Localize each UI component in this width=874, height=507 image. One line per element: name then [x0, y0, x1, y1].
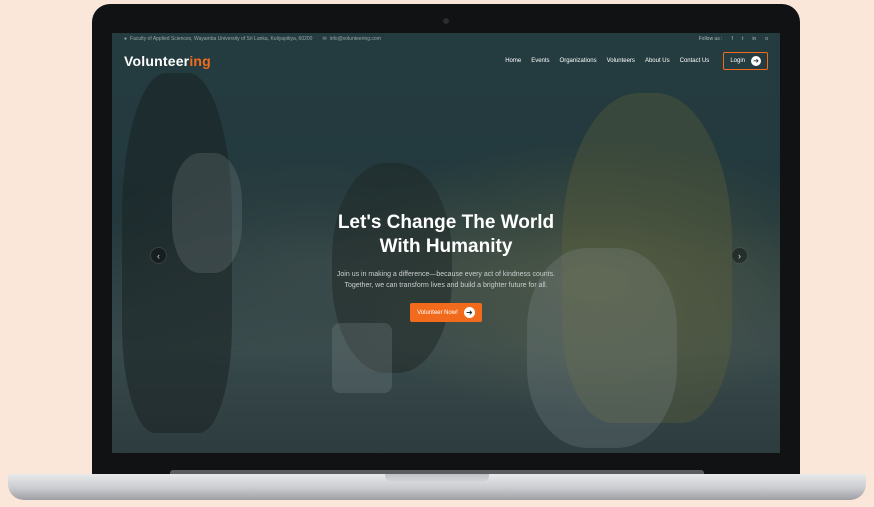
hero-title-line2: With Humanity	[379, 236, 513, 257]
nav-home[interactable]: Home	[505, 58, 521, 64]
login-label: Login	[730, 58, 745, 64]
login-button[interactable]: Login ➜	[723, 52, 768, 70]
hero-subtitle-line1: Join us in making a difference—because e…	[336, 271, 556, 278]
laptop-base	[8, 474, 866, 500]
arrow-right-icon: ➜	[463, 307, 475, 318]
address-item: ● Faculty of Applied Sciences, Wayamba U…	[124, 36, 312, 42]
hero-title: Let's Change The World With Humanity	[112, 211, 780, 259]
top-info-bar: ● Faculty of Applied Sciences, Wayamba U…	[112, 33, 780, 45]
social-links: Follow us : f t in o	[699, 36, 768, 42]
hero-title-line1: Let's Change The World	[337, 212, 555, 233]
nav-volunteers[interactable]: Volunteers	[607, 58, 635, 64]
nav-about-us[interactable]: About Us	[645, 58, 670, 64]
address-text: Faculty of Applied Sciences, Wayamba Uni…	[130, 36, 313, 42]
site-logo[interactable]: Volunteering	[124, 53, 211, 69]
website-screen: ● Faculty of Applied Sciences, Wayamba U…	[112, 33, 780, 453]
cta-label: Volunteer Now!	[417, 309, 458, 316]
twitter-icon[interactable]: t	[742, 36, 743, 42]
logo-accent: ing	[189, 53, 211, 69]
logo-main: Volunteer	[124, 53, 190, 69]
follow-label: Follow us :	[698, 36, 723, 42]
hero-content: Let's Change The World With Humanity Joi…	[112, 211, 780, 322]
location-pin-icon: ●	[124, 36, 128, 42]
laptop-base-notch	[385, 474, 489, 483]
nav-links: Home Events Organizations Volunteers Abo…	[505, 58, 709, 64]
arrow-right-icon: ➜	[751, 56, 761, 66]
facebook-icon[interactable]: f	[732, 36, 733, 42]
mail-icon: ✉	[322, 36, 327, 42]
nav-events[interactable]: Events	[531, 58, 549, 64]
main-navbar: Volunteering Home Events Organizations V…	[112, 47, 780, 75]
email-item[interactable]: ✉ info@volunteering.com	[322, 36, 380, 42]
nav-contact-us[interactable]: Contact Us	[680, 58, 710, 64]
email-text[interactable]: info@volunteering.com	[330, 36, 381, 42]
hero-subtitle-line2: Together, we can transform lives and bui…	[344, 282, 548, 289]
instagram-icon[interactable]: o	[765, 36, 768, 42]
linkedin-icon[interactable]: in	[752, 36, 756, 42]
hero-subtitle: Join us in making a difference—because e…	[112, 269, 780, 291]
laptop-lid: ● Faculty of Applied Sciences, Wayamba U…	[92, 4, 800, 478]
volunteer-now-button[interactable]: Volunteer Now! ➜	[410, 303, 482, 322]
nav-organizations[interactable]: Organizations	[560, 58, 597, 64]
camera-dot	[443, 18, 449, 24]
